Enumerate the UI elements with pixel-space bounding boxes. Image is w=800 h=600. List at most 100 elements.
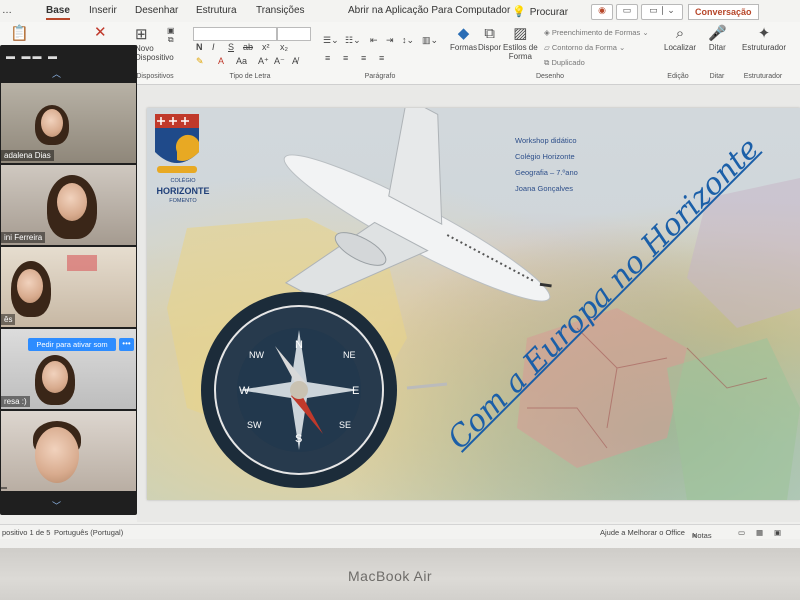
indent-increase-icon[interactable]: ⇥ [386,35,394,46]
justify-icon[interactable]: ≡ [379,53,384,63]
participant-face [57,183,87,221]
panel-view-controls[interactable]: ▬ ▬▬ ▬ [6,51,59,61]
group-label-paragraph: Parágrafo [364,73,396,80]
italic-button[interactable]: I [212,42,215,52]
comment-icon[interactable]: ▭ [616,4,638,20]
underline-button[interactable]: S [228,42,234,52]
shape-outline-label: Contorno da Forma [551,43,617,52]
group-label-drawing: Desenho [535,73,565,80]
compass-mark-s: S [295,433,302,445]
participant-face [35,427,79,483]
record-icon[interactable]: ◉ [591,4,613,20]
tab-transicoes[interactable]: Transições [256,5,305,16]
participant-tile[interactable]: adalena Dias [1,83,136,163]
search-label: Procurar [529,7,569,18]
sorter-view-icon[interactable]: ▦ [756,528,763,537]
tab-estrutura[interactable]: Estrutura [196,5,237,16]
bold-button[interactable]: N [196,42,203,52]
cut-icon[interactable]: ✕ [94,24,107,42]
arrange-label: Dispor [478,43,502,52]
change-case-icon[interactable]: Aa [236,56,247,66]
line-spacing-icon[interactable]: ↕⌄ [402,35,414,46]
present-icon[interactable]: ▭ ∣ ⌄ [641,4,683,20]
compass-mark-w: W [239,385,250,397]
shapes-button[interactable]: ◆ Formas [450,25,477,52]
normal-view-icon[interactable]: ▭ [738,528,745,537]
group-label-slides: Dispositivos [136,73,174,80]
group-label-designer: Estruturador [743,73,783,80]
participant-name [1,487,7,489]
compass-mark-e: E [352,385,359,397]
notes-label: Notas [692,531,712,540]
ask-to-unmute-button[interactable]: Pedir para ativar som [28,338,116,351]
compass: N NE E SE S SW W NW [201,292,448,488]
scroll-down-icon[interactable]: ﹀ [52,499,61,512]
tab-inserir[interactable]: Inserir [89,5,117,16]
tab-file[interactable]: … [2,5,12,16]
designer-button[interactable]: ✦ Estruturador [742,25,786,52]
language-indicator[interactable]: Português (Portugal) [54,528,123,537]
reading-view-icon[interactable]: ▣ [774,528,781,537]
conversation-button[interactable]: Conversação [688,4,759,20]
align-left-icon[interactable]: ≡ [325,53,330,63]
clipboard-icon[interactable]: 📋 [10,25,29,43]
shape-fill-option[interactable]: ◈ Preenchimento de Formas ⌄ [544,28,649,37]
numbering-icon[interactable]: ☷⌄ [345,35,361,46]
microphone-icon: 🎤 [708,25,727,42]
open-desktop-app-link[interactable]: Abrir na Aplicação Para Computador [348,5,510,16]
participant-face [17,269,43,303]
magnifier-icon: ⌕ [675,25,685,42]
participant-tile[interactable]: ês [1,247,136,327]
group-label-font: Tipo de Letra [229,73,271,80]
compass-mark-sw: SW [247,420,262,430]
slide-info-author: Joana Gonçalves [515,184,573,193]
columns-icon[interactable]: ▥⌄ [422,35,438,46]
shape-styles-button[interactable]: ▨ Estilos de Forma [503,25,538,61]
arrange-icon: ⧉ [484,25,495,42]
font-size-input[interactable] [277,27,311,41]
bullets-icon[interactable]: ☰⌄ [323,35,339,46]
font-family-input[interactable] [193,27,277,41]
arrange-button[interactable]: ⧉ Dispor [478,25,501,52]
grow-font-icon[interactable]: A⁺ [258,56,269,67]
shape-styles-label-1: Estilos de [503,43,538,52]
shape-outline-option[interactable]: ▱ Contorno da Forma ⌄ [544,43,625,52]
compass-mark-n: N [295,339,303,351]
help-improve-link[interactable]: Ajude a Melhorar o Office [600,528,685,537]
strikethrough-button[interactable]: ab [243,42,253,52]
compass-mark-ne: NE [343,350,356,360]
layout-icon[interactable]: ▣ ⧉ [167,26,175,44]
more-options-button[interactable]: ••• [119,338,134,351]
duplicate-option[interactable]: ⧉ Duplicado [544,58,585,68]
find-button[interactable]: ⌕ Localizar [664,25,696,52]
dictate-button[interactable]: 🎤 Ditar [708,25,727,52]
crest-ribbon [157,166,197,173]
shapes-label: Formas [450,43,478,52]
indent-decrease-icon[interactable]: ⇤ [370,35,378,46]
group-label-dictate: Ditar [709,73,725,80]
shape-styles-label-2: Forma [508,52,532,61]
search-box[interactable]: 💡 Procurar [512,5,568,18]
participant-face [41,109,63,137]
participant-tile[interactable] [1,411,136,491]
font-color-icon[interactable]: A [218,56,224,66]
dictate-label: Ditar [708,43,726,52]
clear-format-icon[interactable]: A̸ [292,56,298,66]
scroll-up-icon[interactable]: ︿ [52,67,61,80]
participant-tile[interactable]: ini Ferreira [1,165,136,245]
slide-info-school: Colégio Horizonte [515,152,575,161]
align-right-icon[interactable]: ≡ [361,53,366,63]
subscript-button[interactable]: x₂ [280,42,288,52]
superscript-button[interactable]: x² [262,42,270,52]
designer-icon: ✦ [757,25,771,42]
highlight-icon[interactable]: ✎ [196,56,204,67]
tab-desenhar[interactable]: Desenhar [135,5,178,16]
shrink-font-icon[interactable]: A⁻ [274,56,285,67]
compass-mark-nw: NW [249,350,264,360]
tab-base[interactable]: Base [46,5,70,20]
align-center-icon[interactable]: ≡ [343,53,348,63]
participant-name: ês [1,314,16,325]
slide[interactable]: N NE E SE S SW W NW COLÉGIO HORIZONTE FO… [147,108,800,500]
find-label: Localizar [664,43,697,52]
compass-pivot [290,381,308,399]
